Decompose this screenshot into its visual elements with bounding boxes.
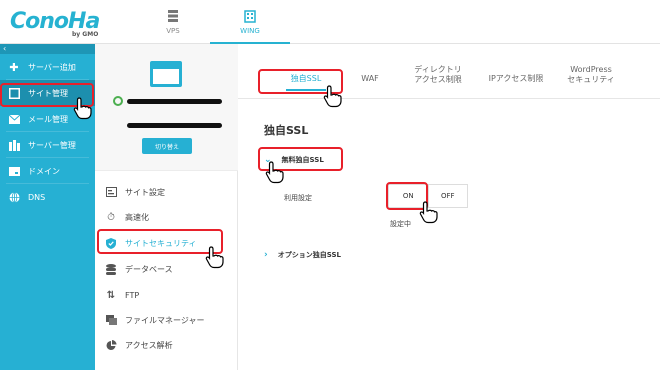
- site-info-box: 切り替え: [95, 44, 238, 171]
- sidebar-item-label: DNS: [28, 192, 46, 202]
- sidebar-collapse-toggle[interactable]: ‹: [0, 44, 95, 54]
- hand-pointer-icon: [73, 97, 92, 120]
- topnav-vps-label: VPS: [166, 27, 180, 35]
- tab-label-2: セキュリティ: [567, 75, 615, 84]
- globe-icon: [8, 191, 20, 203]
- redacted-site-url: [127, 123, 222, 128]
- site-panel: 切り替え サイト設定 ⏱ 高速化 サイトセキュリティ データベース ⇅ FTP …: [95, 44, 238, 370]
- tab-label: WAF: [361, 74, 379, 83]
- tab-label: IPアクセス制限: [488, 74, 544, 83]
- redacted-site-name: [127, 99, 222, 104]
- menu-file-manager[interactable]: ファイルマネージャー: [105, 309, 230, 331]
- server-icon: [168, 10, 178, 22]
- stopwatch-icon: ⏱: [107, 211, 115, 223]
- sidebar-item-label: メール管理: [28, 114, 68, 124]
- menu-access-analysis[interactable]: アクセス解析: [105, 334, 230, 356]
- page-title: 独自SSL: [264, 124, 309, 137]
- conoha-logo[interactable]: ConoHa by GMO: [10, 9, 110, 39]
- tab-label-2: アクセス制限: [414, 75, 462, 84]
- chevron-right-icon: ›: [264, 250, 268, 260]
- menu-label: FTP: [125, 290, 140, 300]
- hand-pointer-icon: [205, 246, 224, 269]
- tab-wordpress-security[interactable]: WordPress セキュリティ: [556, 65, 626, 85]
- sidebar-item-label: ドメイン: [28, 166, 60, 176]
- setting-status-text: 設定中: [390, 220, 411, 228]
- menu-ftp[interactable]: ⇅ FTP: [105, 284, 230, 306]
- site-status-icon: [113, 96, 123, 106]
- topnav-wing-label: WING: [240, 27, 260, 35]
- option-ssl-accordion[interactable]: › オプション独自SSL: [264, 250, 341, 260]
- switch-site-button[interactable]: 切り替え: [142, 138, 192, 154]
- tab-waf[interactable]: WAF: [350, 74, 390, 84]
- top-bar: ConoHa by GMO VPS WING: [0, 0, 660, 45]
- topnav-vps[interactable]: VPS: [133, 0, 213, 44]
- sidebar-item-label: サーバー管理: [28, 140, 76, 150]
- domain-icon: [8, 165, 20, 177]
- logo-sub: by GMO: [72, 31, 99, 38]
- usage-setting-label: 利用設定: [284, 194, 312, 202]
- tab-label: ディレクトリ: [414, 65, 462, 74]
- server-icon: [8, 139, 20, 151]
- sidebar-item-label: サーバー追加: [28, 62, 76, 72]
- settings-icon: [105, 186, 117, 198]
- tab-label: WordPress: [570, 65, 612, 74]
- menu-label: 高速化: [125, 212, 149, 222]
- menu-label: ファイルマネージャー: [125, 315, 205, 325]
- tab-ip-access[interactable]: IPアクセス制限: [476, 74, 556, 84]
- menu-speed-up[interactable]: ⏱ 高速化: [105, 206, 230, 228]
- topnav-wing[interactable]: WING: [210, 0, 290, 45]
- mail-icon: [8, 113, 20, 125]
- building-icon: [244, 10, 256, 23]
- site-window-icon: [150, 61, 182, 87]
- plus-icon: ✚: [9, 60, 19, 74]
- sidebar-item-domain[interactable]: ドメイン: [0, 158, 95, 184]
- hand-pointer-icon: [419, 201, 438, 224]
- database-icon: [105, 263, 117, 275]
- hand-pointer-icon: [323, 85, 342, 108]
- transfer-icon: ⇅: [106, 289, 116, 301]
- sidebar-item-dns[interactable]: DNS: [0, 184, 95, 210]
- menu-label: データベース: [125, 264, 173, 274]
- menu-site-settings[interactable]: サイト設定: [105, 181, 230, 203]
- tab-directory-access[interactable]: ディレクトリ アクセス制限: [403, 65, 473, 85]
- menu-label: サイト設定: [125, 187, 165, 197]
- sidebar-item-server-management[interactable]: サーバー管理: [0, 132, 95, 158]
- menu-label: アクセス解析: [125, 340, 173, 350]
- pie-chart-icon: [105, 339, 117, 351]
- hand-pointer-icon: [265, 161, 284, 184]
- folder-icon: [105, 314, 117, 326]
- accordion-label: オプション独自SSL: [277, 251, 341, 259]
- sidebar-item-add-server[interactable]: ✚ サーバー追加: [0, 54, 95, 80]
